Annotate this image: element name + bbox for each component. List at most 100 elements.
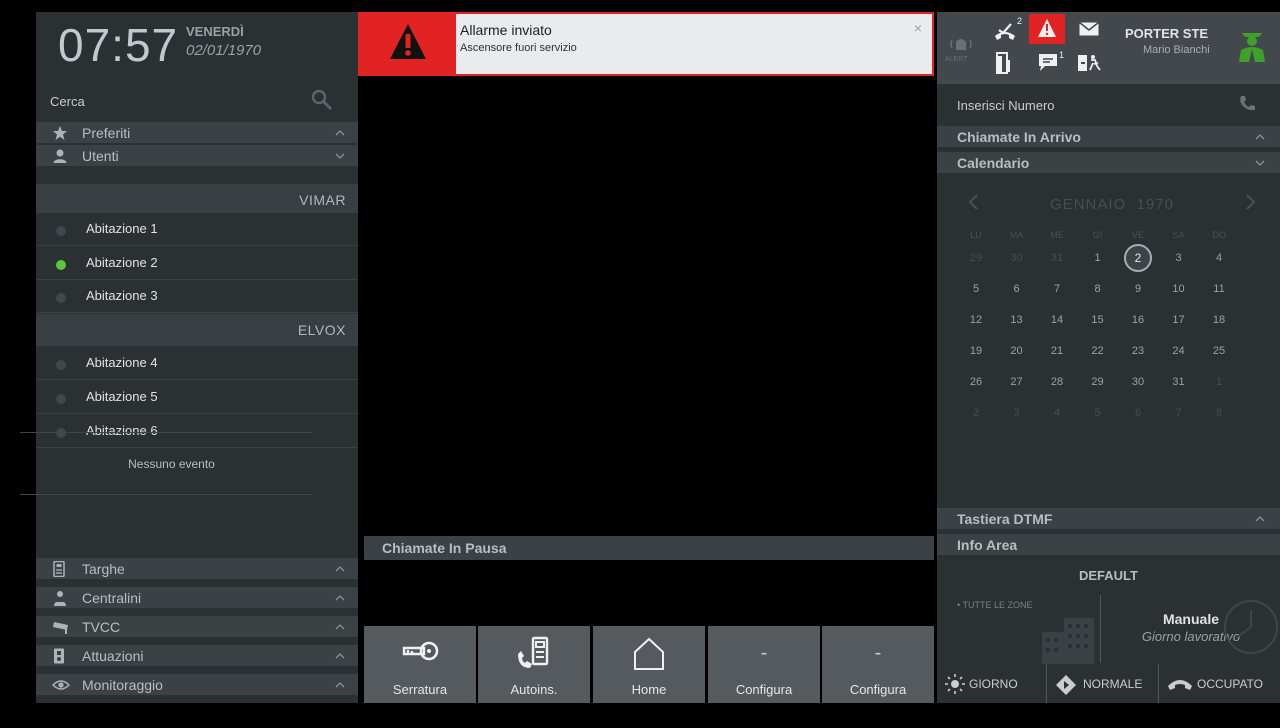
calendar-day[interactable]: 30 — [998, 252, 1036, 272]
section-users[interactable]: Utenti — [36, 145, 358, 167]
star-icon — [52, 125, 68, 141]
calendar-day[interactable]: 4 — [1200, 252, 1238, 272]
chat-button[interactable]: 1 — [1029, 50, 1065, 78]
porter-avatar-icon[interactable] — [1237, 26, 1267, 67]
section-dtmf-keypad[interactable]: Tastiera DTMF — [937, 508, 1280, 530]
chevron-down-icon — [1254, 156, 1266, 174]
number-input[interactable]: Inserisci Numero — [957, 98, 1055, 113]
missed-calls-button[interactable]: 2 — [985, 16, 1025, 46]
section-switchboards[interactable]: Centralini — [36, 587, 358, 609]
calendar-day[interactable]: 26 — [957, 376, 995, 396]
calendar-day[interactable]: 14 — [1038, 314, 1076, 334]
chevron-up-icon — [1254, 130, 1266, 148]
calendar-day[interactable]: 6 — [1119, 407, 1157, 427]
calendar-day[interactable]: 28 — [1038, 376, 1076, 396]
user-item-abitazione-4[interactable]: Abitazione 4 — [36, 347, 358, 380]
calendar-day[interactable]: 6 — [998, 283, 1036, 303]
incoming-calls-label: Chiamate In Arrivo — [957, 129, 1081, 145]
calendar-day[interactable]: 15 — [1079, 314, 1117, 334]
day-mode-button[interactable]: GIORNO — [937, 664, 1047, 703]
calendar-day[interactable]: 19 — [957, 345, 995, 365]
calendar-day[interactable]: 30 — [1119, 376, 1157, 396]
calendar-day[interactable]: 4 — [1038, 407, 1076, 427]
chevron-up-icon — [334, 678, 346, 696]
calendar-day[interactable]: 5 — [957, 283, 995, 303]
user-item-abitazione-5[interactable]: Abitazione 5 — [36, 381, 358, 414]
user-icon — [52, 148, 68, 164]
status-top-bar: ALERT 2 1 PORTER STE Mario Bianchi — [937, 12, 1280, 84]
lock-button[interactable]: Serratura — [364, 626, 476, 703]
calendar-day[interactable]: 9 — [1119, 283, 1157, 303]
calendar-day[interactable]: 24 — [1160, 345, 1198, 365]
calendar-day[interactable]: 31 — [1160, 376, 1198, 396]
search-icon[interactable] — [310, 88, 334, 112]
user-item-abitazione-3[interactable]: Abitazione 3 — [36, 280, 358, 313]
calendar-day[interactable]: 1 — [1079, 252, 1117, 272]
self-activation-button[interactable]: Autoins. — [478, 626, 590, 703]
phone-icon[interactable] — [1238, 94, 1256, 112]
section-info-area[interactable]: Info Area — [937, 534, 1280, 556]
calendar-day[interactable]: 21 — [1038, 345, 1076, 365]
calendar-day[interactable]: 29 — [957, 252, 995, 272]
configure-button-2[interactable]: - Configura — [822, 626, 934, 703]
section-cctv[interactable]: TVCC — [36, 616, 358, 638]
calendar-day[interactable]: 7 — [1038, 283, 1076, 303]
calendar-day[interactable]: 17 — [1160, 314, 1198, 334]
calendar-day[interactable]: 7 — [1160, 407, 1198, 427]
calendar-day[interactable]: 10 — [1160, 283, 1198, 303]
calendar-day[interactable]: 13 — [998, 314, 1036, 334]
close-icon[interactable]: × — [914, 20, 922, 36]
door-button[interactable] — [987, 50, 1023, 78]
calendar-day[interactable]: 3 — [1160, 252, 1198, 272]
paused-calls-header[interactable]: Chiamate In Pausa — [364, 536, 934, 560]
user-item-abitazione-1[interactable]: Abitazione 1 — [36, 213, 358, 246]
home-button[interactable]: Home — [593, 626, 705, 703]
chevron-down-icon — [334, 149, 346, 167]
calendar-day[interactable]: 18 — [1200, 314, 1238, 334]
calendar-day[interactable]: 12 — [957, 314, 995, 334]
calendar-day[interactable]: 8 — [1200, 407, 1238, 427]
normal-mode-button[interactable]: NORMALE — [1047, 664, 1159, 703]
search-row[interactable]: Cerca — [36, 82, 358, 122]
calendar-day[interactable]: 5 — [1079, 407, 1117, 427]
user-item-label: Abitazione 4 — [86, 355, 158, 370]
calendar-day[interactable]: 11 — [1200, 283, 1238, 303]
section-calendar[interactable]: Calendario — [937, 152, 1280, 174]
calendar-weekday: MA — [1009, 230, 1024, 240]
number-input-row[interactable]: Inserisci Numero — [937, 84, 1280, 126]
section-favorites[interactable]: Preferiti — [36, 122, 358, 144]
self-activation-label: Autoins. — [510, 682, 558, 697]
user-item-abitazione-2[interactable]: Abitazione 2 — [36, 247, 358, 280]
calendar-day[interactable]: 29 — [1079, 376, 1117, 396]
alert-notification[interactable]: Allarme inviato Ascensore fuori servizio… — [358, 12, 934, 76]
section-incoming-calls[interactable]: Chiamate In Arrivo — [937, 126, 1280, 148]
alarm-active-button[interactable] — [1029, 14, 1065, 44]
search-input[interactable]: Cerca — [50, 94, 85, 109]
calendar-day[interactable]: 23 — [1119, 345, 1157, 365]
info-zones: • TUTTE LE ZONE — [957, 600, 1033, 610]
calendar-day[interactable]: 22 — [1079, 345, 1117, 365]
chevron-right-icon[interactable] — [1243, 192, 1257, 217]
calendar-day[interactable]: 8 — [1079, 283, 1117, 303]
dtmf-label: Tastiera DTMF — [957, 511, 1053, 527]
section-monitoring[interactable]: Monitoraggio — [36, 674, 358, 696]
configure-button-1[interactable]: - Configura — [708, 626, 820, 703]
calendar-day[interactable]: 2 — [957, 407, 995, 427]
mail-button[interactable] — [1071, 16, 1107, 44]
calendar-day[interactable]: 27 — [998, 376, 1036, 396]
busy-mode-button[interactable]: OCCUPATO — [1159, 664, 1280, 703]
section-actuations[interactable]: Attuazioni — [36, 645, 358, 667]
calendar-day[interactable]: 1 — [1200, 376, 1238, 396]
alert-bell-icon — [949, 34, 973, 54]
missed-calls-badge: 2 — [1017, 16, 1023, 26]
calendar-day[interactable]: 3 — [998, 407, 1036, 427]
calendar-day-selected[interactable]: 2 — [1124, 244, 1152, 272]
section-plates[interactable]: Targhe — [36, 558, 358, 580]
calendar-day[interactable]: 16 — [1119, 314, 1157, 334]
calendar-day[interactable]: 31 — [1038, 252, 1076, 272]
exit-button[interactable] — [1071, 50, 1107, 78]
group-header-vimar: VIMAR — [36, 184, 358, 216]
calendar-day[interactable]: 20 — [998, 345, 1036, 365]
alert-button[interactable]: ALERT — [941, 22, 979, 74]
calendar-day[interactable]: 25 — [1200, 345, 1238, 365]
